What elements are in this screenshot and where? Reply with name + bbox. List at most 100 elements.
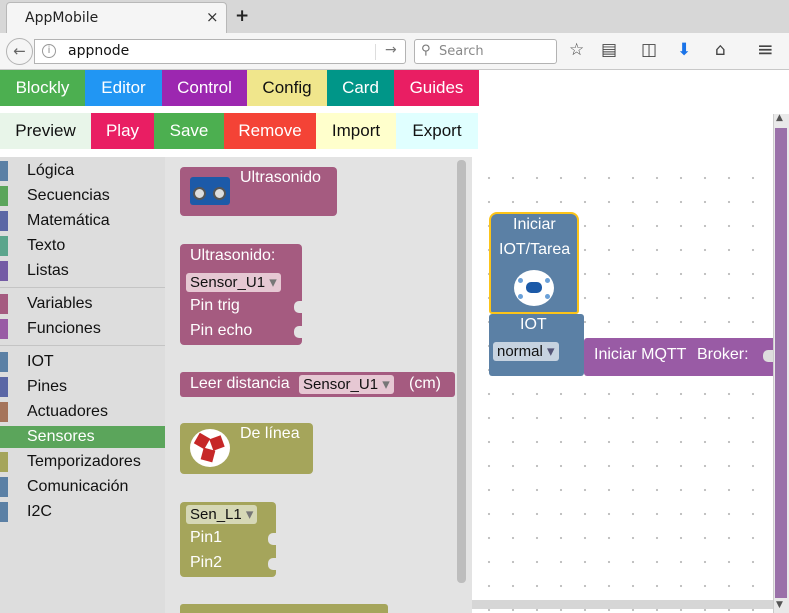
line-sensor-image [190,429,230,467]
play-button[interactable]: Play [91,113,154,149]
flyout-scrollbar[interactable] [457,160,466,583]
category-label: Variables [27,295,93,312]
url-text[interactable]: appnode [68,43,129,59]
pin2-label: Pin2 [190,554,223,571]
category-color-swatch [0,261,8,281]
category-color-swatch [0,502,8,522]
ultrasonic-sensor-image [190,177,230,205]
de-linea-title: De línea [240,425,300,442]
iot-mode-dropdown[interactable]: normal ▾ [493,342,559,361]
category-label: Temporizadores [27,453,141,470]
toolbox-category-iot[interactable]: IOT [0,351,165,373]
category-label: Secuencias [27,187,110,204]
mqtt-label: Iniciar MQTT [594,346,687,363]
toolbox-category-listas[interactable]: Listas [0,260,165,282]
ultrasonido-setup-block[interactable]: Ultrasonido: Sensor_U1 ▾ Pin trig Pin ec… [180,244,304,345]
category-color-swatch [0,377,8,397]
category-color-swatch [0,319,8,339]
menu-card-button[interactable]: Card [327,70,394,106]
menu-control-button[interactable]: Control [162,70,247,106]
menu-blockly-button[interactable]: Blockly [0,70,85,106]
go-arrow-icon[interactable]: → [385,42,397,58]
toolbox-category-texto[interactable]: Texto [0,235,165,257]
toolbox-category-secuencias[interactable]: Secuencias [0,185,165,207]
import-button[interactable]: Import [316,113,396,149]
menu-guides-button[interactable]: Guides [394,70,479,106]
scroll-down-arrow-icon[interactable]: ▼ [776,600,783,610]
menu-config-button[interactable]: Config [247,70,327,106]
back-button[interactable]: ← [6,38,33,65]
ultrasonido-image-block[interactable]: Ultrasonido [180,167,337,216]
toolbox-separator [0,287,165,288]
toolbox-category-i2c[interactable]: I2C [0,501,165,523]
leer-sensor-dropdown[interactable]: Sensor_U1 ▾ [299,375,394,394]
search-placeholder: Search [439,44,484,59]
workspace-scroll-thumb[interactable] [775,128,787,598]
save-button[interactable]: Save [154,113,224,149]
toolbox-category-temporizadores[interactable]: Temporizadores [0,451,165,473]
search-input[interactable]: ⚲ Search [414,39,557,64]
search-icon: ⚲ [421,43,431,58]
info-icon[interactable]: i [42,44,56,58]
toolbox-category-comunicaci-n[interactable]: Comunicación [0,476,165,498]
sen-l1-setup-block[interactable]: Sen_L1 ▾ Pin1 Pin2 [180,502,278,577]
category-label: Matemática [27,212,110,229]
iniciar-mqtt-block[interactable]: Iniciar MQTT Broker: [584,338,773,376]
browser-tab[interactable]: AppMobile × [6,2,227,33]
partial-line-block[interactable] [180,604,388,613]
url-bar[interactable]: i appnode → [34,39,406,64]
toolbox-category-actuadores[interactable]: Actuadores [0,401,165,423]
toolbox-category-matem-tica[interactable]: Matemática [0,210,165,232]
close-tab-icon[interactable]: × [206,8,219,26]
toolbox-category-pines[interactable]: Pines [0,376,165,398]
home-icon[interactable]: ⌂ [715,40,726,60]
menu-editor-button[interactable]: Editor [85,70,162,106]
sensor-u1-dropdown[interactable]: Sensor_U1 ▾ [186,273,281,292]
category-color-swatch [0,477,8,497]
bookmark-star-icon[interactable]: ☆ [569,40,584,60]
category-color-swatch [0,402,8,422]
category-label: Funciones [27,320,101,337]
pin-trig-label: Pin trig [190,297,240,314]
de-linea-block[interactable]: De línea [180,423,313,474]
remove-button[interactable]: Remove [224,113,316,149]
pocket-icon[interactable]: ◫ [641,40,657,60]
toolbox-category-l-gica[interactable]: Lógica [0,160,165,182]
category-color-swatch [0,352,8,372]
export-button[interactable]: Export [396,113,478,149]
iot-tarea-label: IOT/Tarea [499,241,571,258]
leer-distancia-label: Leer distancia [190,375,290,392]
iot-label: IOT [520,316,547,333]
category-label: Comunicación [27,478,129,495]
category-label: Lógica [27,162,75,179]
reading-list-icon[interactable]: ▤ [601,40,617,60]
cm-unit-label: (cm) [409,375,441,392]
category-label: Sensores [27,428,95,445]
downloads-icon[interactable]: ⬇ [677,40,691,60]
tab-title: AppMobile [25,10,99,26]
leer-distancia-block[interactable]: Leer distancia Sensor_U1 ▾ (cm) [180,372,455,397]
iniciar-iot-tarea-block[interactable]: Iniciar IOT/Tarea [489,212,579,314]
category-color-swatch [0,452,8,472]
category-color-swatch [0,427,8,447]
preview-button[interactable]: Preview [0,113,91,149]
category-label: Listas [27,262,69,279]
iot-mode-block[interactable]: IOT normal ▾ [489,314,584,376]
browser-nav-bar: ← i appnode → ⚲ Search ☆ ▤ ◫ ⬇ ⌂ ≡ [0,33,789,70]
category-label: IOT [27,353,54,370]
toolbox-category-sensores[interactable]: Sensores [0,426,165,448]
hamburger-menu-icon[interactable]: ≡ [757,37,774,61]
new-tab-icon[interactable]: + [235,6,249,26]
sen-l1-dropdown[interactable]: Sen_L1 ▾ [186,505,258,524]
browser-tab-strip: AppMobile × + [0,0,789,33]
broker-label: Broker: [697,346,749,363]
iot-cloud-icon [514,270,554,306]
category-color-swatch [0,161,8,181]
workspace-horizontal-scrollbar[interactable] [472,600,773,609]
url-separator [375,44,376,60]
toolbox-category-variables[interactable]: Variables [0,293,165,315]
category-label: Texto [27,237,66,254]
category-label: Pines [27,378,68,395]
toolbox-category-funciones[interactable]: Funciones [0,318,165,340]
scroll-up-arrow-icon[interactable]: ▲ [776,113,783,123]
